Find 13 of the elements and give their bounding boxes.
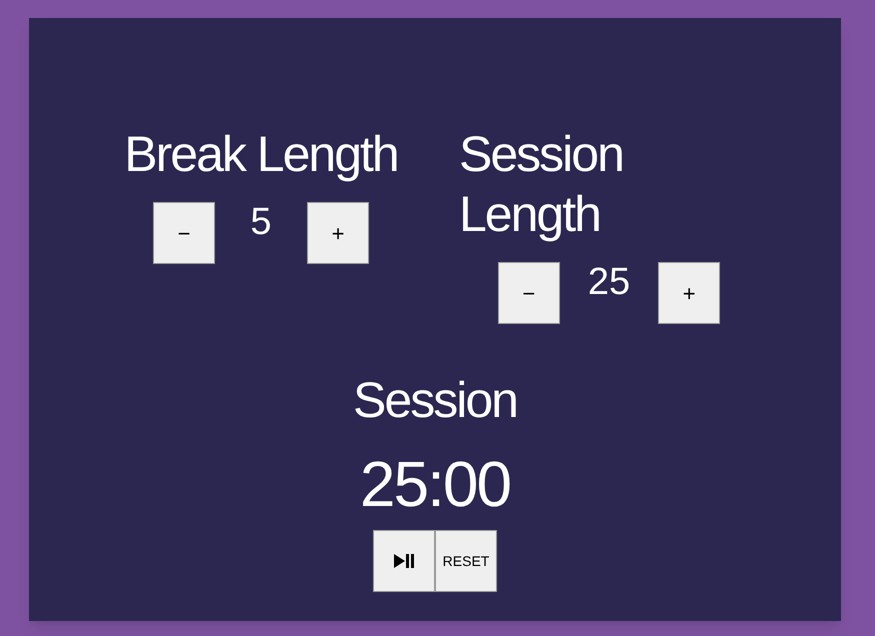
length-title: Break Length [124, 125, 398, 184]
decrement-button[interactable]: − [153, 202, 215, 264]
length-value: 25 [588, 262, 630, 302]
play-pause-icon [393, 554, 415, 568]
reset-button[interactable]: RESET [435, 530, 497, 592]
time-display: 25:00 [360, 447, 510, 522]
play-pause-button[interactable] [373, 530, 435, 592]
decrement-button[interactable]: − [498, 262, 560, 324]
increment-button[interactable]: + [658, 262, 720, 324]
increment-button[interactable]: + [307, 202, 369, 264]
length-value: 5 [249, 202, 273, 242]
timer-label: Session [353, 371, 517, 430]
length-title: Session Length [459, 125, 624, 244]
